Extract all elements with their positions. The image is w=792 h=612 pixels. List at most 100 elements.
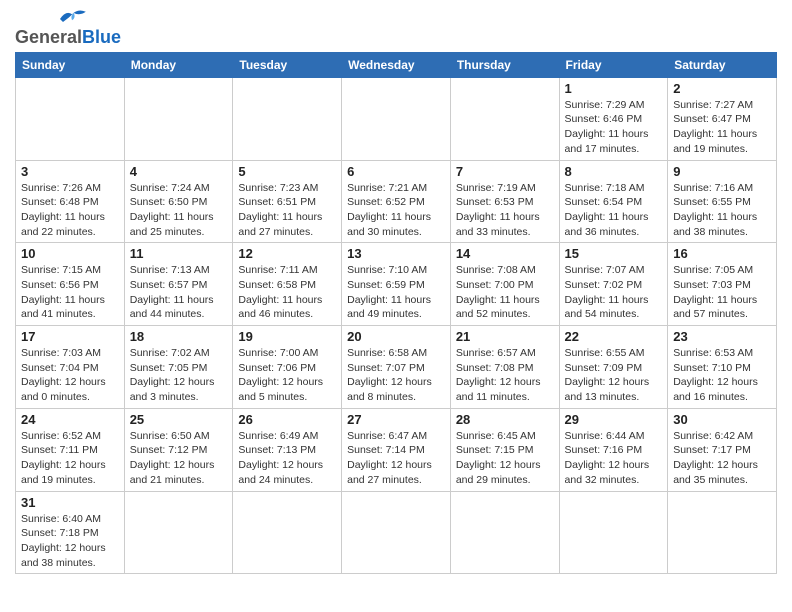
logo-bird-icon — [57, 6, 87, 26]
calendar-cell: 10 Sunrise: 7:15 AM Sunset: 6:56 PM Dayli… — [16, 243, 125, 326]
calendar-cell — [342, 491, 451, 574]
day-number: 30 — [673, 412, 771, 427]
calendar-cell — [124, 491, 233, 574]
day-info: Sunrise: 6:44 AM Sunset: 7:16 PM Dayligh… — [565, 429, 663, 488]
logo-general: GeneralBlue — [15, 28, 121, 48]
calendar-week-row: 31 Sunrise: 6:40 AM Sunset: 7:18 PM Dayli… — [16, 491, 777, 574]
calendar-cell — [559, 491, 668, 574]
day-number: 5 — [238, 164, 336, 179]
day-number: 20 — [347, 329, 445, 344]
day-number: 4 — [130, 164, 228, 179]
day-info: Sunrise: 7:07 AM Sunset: 7:02 PM Dayligh… — [565, 263, 663, 322]
calendar-cell: 28 Sunrise: 6:45 AM Sunset: 7:15 PM Dayli… — [450, 408, 559, 491]
day-info: Sunrise: 7:03 AM Sunset: 7:04 PM Dayligh… — [21, 346, 119, 405]
day-number: 18 — [130, 329, 228, 344]
day-number: 29 — [565, 412, 663, 427]
day-number: 9 — [673, 164, 771, 179]
calendar-cell: 9 Sunrise: 7:16 AM Sunset: 6:55 PM Daylig… — [668, 160, 777, 243]
calendar-cell: 21Sunrise: 6:57 AM Sunset: 7:08 PM Dayli… — [450, 326, 559, 409]
day-number: 28 — [456, 412, 554, 427]
day-info: Sunrise: 7:16 AM Sunset: 6:55 PM Dayligh… — [673, 181, 771, 240]
day-number: 13 — [347, 246, 445, 261]
calendar-cell — [668, 491, 777, 574]
day-number: 23 — [673, 329, 771, 344]
weekday-header-friday: Friday — [559, 52, 668, 77]
day-info: Sunrise: 6:55 AM Sunset: 7:09 PM Dayligh… — [565, 346, 663, 405]
day-info: Sunrise: 6:53 AM Sunset: 7:10 PM Dayligh… — [673, 346, 771, 405]
day-number: 21 — [456, 329, 554, 344]
day-number: 22 — [565, 329, 663, 344]
calendar-cell — [450, 491, 559, 574]
day-number: 17 — [21, 329, 119, 344]
calendar-cell: 31 Sunrise: 6:40 AM Sunset: 7:18 PM Dayli… — [16, 491, 125, 574]
day-info: Sunrise: 7:10 AM Sunset: 6:59 PM Dayligh… — [347, 263, 445, 322]
calendar-cell: 26Sunrise: 6:49 AM Sunset: 7:13 PM Dayli… — [233, 408, 342, 491]
calendar-cell: 8Sunrise: 7:18 AM Sunset: 6:54 PM Daylig… — [559, 160, 668, 243]
calendar-cell: 19Sunrise: 7:00 AM Sunset: 7:06 PM Dayli… — [233, 326, 342, 409]
calendar-cell: 23 Sunrise: 6:53 AM Sunset: 7:10 PM Dayli… — [668, 326, 777, 409]
calendar-cell: 7Sunrise: 7:19 AM Sunset: 6:53 PM Daylig… — [450, 160, 559, 243]
calendar-cell: 22 Sunrise: 6:55 AM Sunset: 7:09 PM Dayli… — [559, 326, 668, 409]
calendar-cell: 12Sunrise: 7:11 AM Sunset: 6:58 PM Dayli… — [233, 243, 342, 326]
calendar-cell: 13 Sunrise: 7:10 AM Sunset: 6:59 PM Dayli… — [342, 243, 451, 326]
weekday-header-tuesday: Tuesday — [233, 52, 342, 77]
day-number: 3 — [21, 164, 119, 179]
calendar-cell: 20 Sunrise: 6:58 AM Sunset: 7:07 PM Dayli… — [342, 326, 451, 409]
day-info: Sunrise: 7:21 AM Sunset: 6:52 PM Dayligh… — [347, 181, 445, 240]
calendar-cell — [233, 491, 342, 574]
calendar-cell: 18 Sunrise: 7:02 AM Sunset: 7:05 PM Dayli… — [124, 326, 233, 409]
calendar-cell: 2 Sunrise: 7:27 AM Sunset: 6:47 PM Daylig… — [668, 77, 777, 160]
calendar-cell: 29 Sunrise: 6:44 AM Sunset: 7:16 PM Dayli… — [559, 408, 668, 491]
day-number: 2 — [673, 81, 771, 96]
day-number: 24 — [21, 412, 119, 427]
weekday-header-wednesday: Wednesday — [342, 52, 451, 77]
calendar-cell: 24Sunrise: 6:52 AM Sunset: 7:11 PM Dayli… — [16, 408, 125, 491]
day-info: Sunrise: 7:13 AM Sunset: 6:57 PM Dayligh… — [130, 263, 228, 322]
day-info: Sunrise: 7:02 AM Sunset: 7:05 PM Dayligh… — [130, 346, 228, 405]
day-info: Sunrise: 7:24 AM Sunset: 6:50 PM Dayligh… — [130, 181, 228, 240]
calendar-cell: 27Sunrise: 6:47 AM Sunset: 7:14 PM Dayli… — [342, 408, 451, 491]
weekday-header-row: SundayMondayTuesdayWednesdayThursdayFrid… — [16, 52, 777, 77]
calendar-cell — [450, 77, 559, 160]
day-number: 31 — [21, 495, 119, 510]
calendar-week-row: 17 Sunrise: 7:03 AM Sunset: 7:04 PM Dayli… — [16, 326, 777, 409]
day-number: 12 — [238, 246, 336, 261]
day-info: Sunrise: 6:50 AM Sunset: 7:12 PM Dayligh… — [130, 429, 228, 488]
calendar-week-row: 1Sunrise: 7:29 AM Sunset: 6:46 PM Daylig… — [16, 77, 777, 160]
day-number: 26 — [238, 412, 336, 427]
day-info: Sunrise: 7:08 AM Sunset: 7:00 PM Dayligh… — [456, 263, 554, 322]
day-info: Sunrise: 6:42 AM Sunset: 7:17 PM Dayligh… — [673, 429, 771, 488]
calendar-cell — [342, 77, 451, 160]
calendar-body: 1Sunrise: 7:29 AM Sunset: 6:46 PM Daylig… — [16, 77, 777, 574]
day-number: 14 — [456, 246, 554, 261]
day-info: Sunrise: 7:29 AM Sunset: 6:46 PM Dayligh… — [565, 98, 663, 157]
day-info: Sunrise: 6:58 AM Sunset: 7:07 PM Dayligh… — [347, 346, 445, 405]
day-info: Sunrise: 7:23 AM Sunset: 6:51 PM Dayligh… — [238, 181, 336, 240]
logo-text: GeneralBlue — [15, 28, 121, 48]
calendar-cell: 15Sunrise: 7:07 AM Sunset: 7:02 PM Dayli… — [559, 243, 668, 326]
day-info: Sunrise: 6:40 AM Sunset: 7:18 PM Dayligh… — [21, 512, 119, 571]
day-info: Sunrise: 7:05 AM Sunset: 7:03 PM Dayligh… — [673, 263, 771, 322]
day-info: Sunrise: 7:15 AM Sunset: 6:56 PM Dayligh… — [21, 263, 119, 322]
day-number: 25 — [130, 412, 228, 427]
day-number: 10 — [21, 246, 119, 261]
calendar-cell: 30 Sunrise: 6:42 AM Sunset: 7:17 PM Dayli… — [668, 408, 777, 491]
calendar-cell: 4 Sunrise: 7:24 AM Sunset: 6:50 PM Daylig… — [124, 160, 233, 243]
day-info: Sunrise: 7:27 AM Sunset: 6:47 PM Dayligh… — [673, 98, 771, 157]
calendar-cell: 25 Sunrise: 6:50 AM Sunset: 7:12 PM Dayli… — [124, 408, 233, 491]
calendar-cell — [233, 77, 342, 160]
calendar-week-row: 10 Sunrise: 7:15 AM Sunset: 6:56 PM Dayli… — [16, 243, 777, 326]
calendar-cell — [124, 77, 233, 160]
weekday-header-monday: Monday — [124, 52, 233, 77]
day-number: 7 — [456, 164, 554, 179]
day-info: Sunrise: 6:45 AM Sunset: 7:15 PM Dayligh… — [456, 429, 554, 488]
day-info: Sunrise: 7:26 AM Sunset: 6:48 PM Dayligh… — [21, 181, 119, 240]
day-info: Sunrise: 6:47 AM Sunset: 7:14 PM Dayligh… — [347, 429, 445, 488]
day-info: Sunrise: 7:18 AM Sunset: 6:54 PM Dayligh… — [565, 181, 663, 240]
calendar-cell: 3 Sunrise: 7:26 AM Sunset: 6:48 PM Daylig… — [16, 160, 125, 243]
logo-area: GeneralBlue — [15, 10, 121, 48]
header-section: GeneralBlue — [15, 10, 777, 48]
day-info: Sunrise: 7:00 AM Sunset: 7:06 PM Dayligh… — [238, 346, 336, 405]
calendar-cell: 6Sunrise: 7:21 AM Sunset: 6:52 PM Daylig… — [342, 160, 451, 243]
weekday-header-thursday: Thursday — [450, 52, 559, 77]
